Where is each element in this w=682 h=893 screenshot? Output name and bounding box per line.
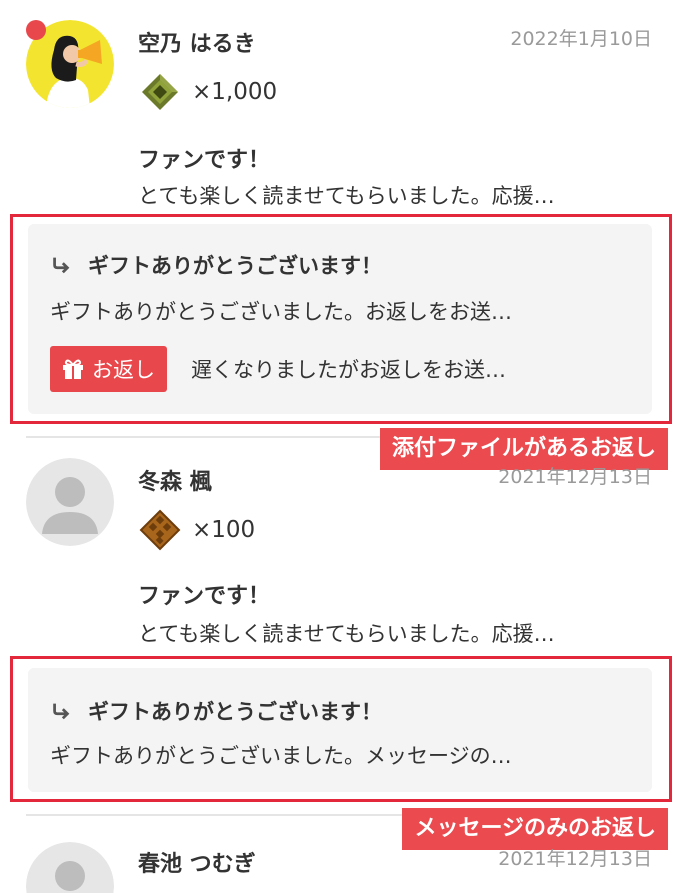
entry-date: 2021年12月13日 xyxy=(498,848,652,870)
gift-row: ×100 xyxy=(138,508,255,552)
gift-row: ×1,000 xyxy=(138,70,277,114)
default-user-icon xyxy=(26,842,114,893)
gift-entry-3: 春池 つむぎ 2021年12月13日 xyxy=(0,818,682,893)
message-title: ファンです！ xyxy=(138,148,271,173)
notification-dot xyxy=(26,20,46,40)
entry-date: 2021年12月13日 xyxy=(498,466,652,488)
avatar-tsumugi[interactable] xyxy=(26,842,114,893)
sender-name: 冬森 楓 xyxy=(138,470,212,495)
highlight-frame-attachment xyxy=(10,214,672,424)
gift-count: ×100 xyxy=(192,517,256,543)
waffle-gift-icon xyxy=(139,509,181,551)
gift-count: ×1,000 xyxy=(192,79,278,105)
green-gem-gift-icon xyxy=(142,74,178,110)
sender-name: 春池 つむぎ xyxy=(138,852,256,877)
message-body: とても楽しく読ませてもらいました。応援… xyxy=(138,184,555,208)
default-user-icon xyxy=(26,458,114,546)
message-title: ファンです！ xyxy=(138,584,271,609)
entry-date: 2022年1月10日 xyxy=(510,28,652,50)
message-body: とても楽しく読ませてもらいました。応援… xyxy=(138,622,555,646)
highlight-frame-message-only xyxy=(10,656,672,802)
sender-name: 空乃 はるき xyxy=(138,32,256,57)
avatar-kaede[interactable] xyxy=(26,458,114,546)
